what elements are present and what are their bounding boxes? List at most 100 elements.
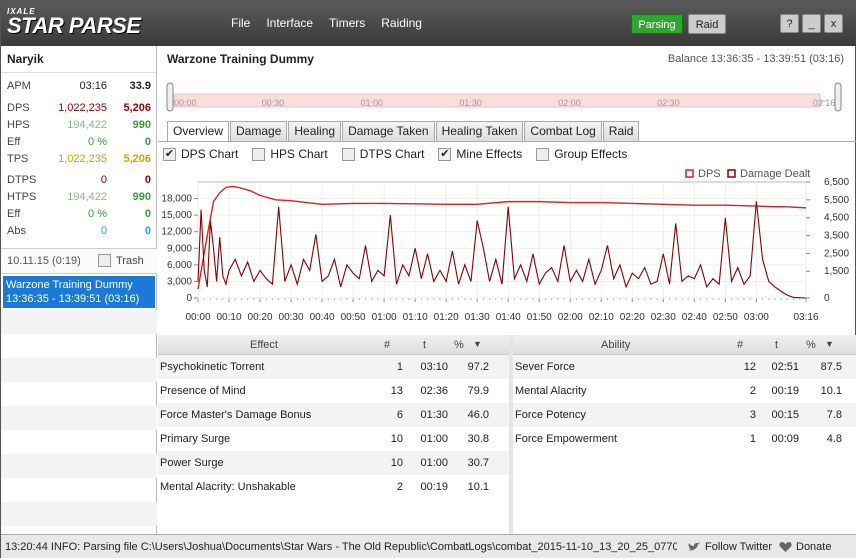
y-right-tick-label: 4,500 — [824, 213, 849, 224]
table-row[interactable]: Mental Alacrity 2 00:19 10.1 — [513, 379, 856, 403]
stat-total: 194,422 — [67, 119, 107, 131]
table-row[interactable]: Force Master's Damage Bonus 6 01:30 46.0 — [158, 403, 509, 427]
effects-table: Effect # t % ▼ Psychokinetic Torrent 1 03:… — [158, 335, 509, 534]
row-name: Presence of Mind — [160, 385, 246, 397]
close-button[interactable]: x — [824, 14, 843, 33]
stat-rate: 5,206 — [123, 102, 151, 114]
tab-overview[interactable]: Overview — [167, 121, 230, 142]
y-right-tick-label: 1,500 — [824, 266, 849, 277]
timeline-end-handle[interactable] — [834, 82, 842, 112]
x-tick-label: 02:50 — [713, 312, 738, 323]
tab-divider — [158, 141, 856, 142]
table-row[interactable]: Mental Alacrity: Unshakable 2 00:19 10.1 — [158, 475, 509, 499]
table-row[interactable]: Psychokinetic Torrent 1 03:10 97.2 — [158, 355, 509, 379]
stat-rate: 5,206 — [123, 153, 151, 165]
row-count: 1 — [749, 433, 756, 445]
stat-row: DTPS 0 0 — [7, 174, 151, 190]
donate-link[interactable]: Donate — [779, 541, 831, 553]
x-tick-label: 02:00 — [558, 312, 583, 323]
stat-rate: 990 — [132, 119, 151, 131]
chart-option-dps-chart[interactable]: ✔ DPS Chart — [163, 147, 238, 161]
raid-button[interactable]: Raid — [688, 14, 726, 34]
donate-label: Donate — [796, 541, 832, 553]
character-name: Naryik — [1, 46, 156, 73]
y-right-tick-label: 2,500 — [824, 248, 849, 259]
checkbox[interactable] — [252, 147, 266, 161]
chart-option-dtps-chart[interactable]: DTPS Chart — [341, 147, 425, 161]
list-item — [1, 310, 157, 334]
stat-total: 03:16 — [79, 80, 107, 92]
encounter-title: Warzone Training Dummy — [167, 52, 314, 66]
abilities-table-body: Sever Force 12 02:51 87.5 Mental Alacrity 2 00… — [513, 355, 856, 451]
parsing-button[interactable]: Parsing — [631, 14, 683, 34]
x-tick-label: 01:40 — [496, 312, 521, 323]
tab-raid[interactable]: Raid — [602, 121, 640, 141]
checkbox[interactable] — [341, 147, 355, 161]
stat-key: TPS — [7, 153, 29, 165]
title-bar: IXALE STAR PARSE File Interface Timers R… — [1, 1, 856, 46]
menu-file[interactable]: File — [231, 16, 250, 30]
tab-damage-taken[interactable]: Damage Taken — [342, 121, 435, 141]
checkbox[interactable]: ✔ — [438, 147, 452, 161]
col-time[interactable]: t — [775, 339, 778, 351]
row-count: 10 — [390, 433, 403, 445]
chart-svg: 00:00 00:10 00:20 00:30 00:40 00:50 01:00 01:10… — [161, 168, 849, 323]
row-time: 01:00 — [420, 433, 448, 445]
list-item — [1, 406, 157, 430]
table-row[interactable]: Sever Force 12 02:51 87.5 — [513, 355, 856, 379]
row-percent: 30.8 — [467, 433, 489, 445]
row-name: Force Potency — [515, 409, 586, 421]
table-row[interactable]: Presence of Mind 13 02:36 79.9 — [158, 379, 509, 403]
col-effect[interactable]: Effect — [250, 339, 278, 351]
row-percent: 4.8 — [826, 433, 842, 445]
y-right-tick-label: 5,500 — [824, 195, 849, 206]
menu-interface[interactable]: Interface — [266, 16, 313, 30]
list-item — [1, 454, 157, 478]
table-row[interactable]: Power Surge 10 01:00 30.7 — [158, 451, 509, 475]
minimize-button[interactable]: _ — [802, 14, 821, 33]
row-name: Mental Alacrity: Unshakable — [160, 481, 296, 493]
col-count[interactable]: # — [737, 339, 743, 351]
trash-checkbox[interactable] — [98, 254, 111, 267]
menu-timers[interactable]: Timers — [329, 16, 365, 30]
col-percent[interactable]: % — [454, 339, 464, 351]
chart-option-mine-effects[interactable]: ✔ Mine Effects — [438, 147, 522, 161]
follow-twitter-link[interactable]: Follow Twitter — [687, 541, 772, 553]
row-time: 01:00 — [420, 457, 448, 469]
timeline-slider[interactable]: 00:00 00:30 01:00 01:30 02:00 02:30 03:16 — [166, 77, 852, 114]
stat-total: 0 % — [88, 136, 107, 148]
tab-damage[interactable]: Damage — [230, 121, 288, 141]
timeline-label: 00:30 — [262, 98, 285, 108]
table-row[interactable]: Force Empowerment 1 00:09 4.8 — [513, 427, 856, 451]
timeline-start-handle[interactable] — [166, 82, 174, 112]
help-button[interactable]: ? — [780, 14, 799, 33]
app-logo: IXALE STAR PARSE — [7, 7, 141, 37]
tab-combat-log[interactable]: Combat Log — [524, 121, 602, 141]
col-time[interactable]: t — [423, 339, 426, 351]
table-row[interactable]: Force Potency 3 00:15 7.8 — [513, 403, 856, 427]
row-time: 03:10 — [420, 361, 448, 373]
x-tick-label: 02:20 — [620, 312, 645, 323]
col-count[interactable]: # — [384, 339, 390, 351]
checkbox-label: DTPS Chart — [359, 147, 425, 161]
checkbox[interactable]: ✔ — [163, 147, 176, 161]
checkbox[interactable] — [536, 147, 550, 161]
menu-raiding[interactable]: Raiding — [381, 16, 422, 30]
table-row[interactable]: Primary Surge 10 01:00 30.8 — [158, 427, 509, 451]
status-message: 13:20:44 INFO: Parsing file C:\Users\Jos… — [5, 541, 677, 553]
stat-key: Abs — [7, 225, 26, 237]
chart-option-group-effects[interactable]: Group Effects — [536, 147, 627, 161]
tab-healing-taken[interactable]: Healing Taken — [435, 121, 524, 141]
stat-key: APM — [7, 80, 31, 92]
tab-healing[interactable]: Healing — [288, 121, 342, 141]
fight-item-selected[interactable]: Warzone Training Dummy 13:36:35 - 13:39:… — [3, 276, 155, 308]
col-percent[interactable]: % — [806, 339, 816, 351]
row-percent: 79.9 — [467, 385, 489, 397]
chart-option-hps-chart[interactable]: HPS Chart — [252, 147, 328, 161]
tab-bar: Overview Damage Healing Damage Taken Healing… — [167, 121, 640, 142]
col-ability[interactable]: Ability — [601, 339, 630, 351]
row-percent: 87.5 — [820, 361, 842, 373]
row-count: 2 — [396, 481, 403, 493]
stat-total: 1,022,235 — [58, 102, 107, 114]
abilities-table-header: Ability # t % ▼ — [513, 335, 856, 355]
